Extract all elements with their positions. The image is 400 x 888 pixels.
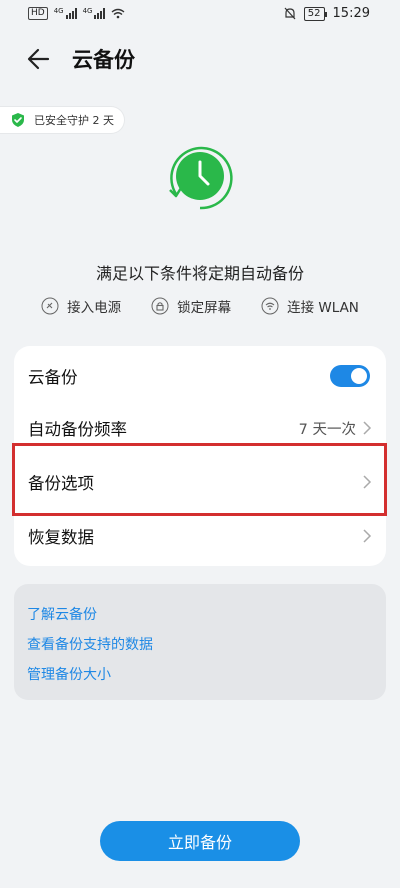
battery-indicator: 52 <box>303 6 327 21</box>
link-supported-data[interactable]: 查看备份支持的数据 <box>27 634 153 654</box>
chevron-right-icon <box>363 421 372 435</box>
backup-frequency-row[interactable]: 自动备份频率 7 天一次 <box>14 402 386 454</box>
backup-clock-icon <box>169 146 233 210</box>
condition-label: 接入电源 <box>67 300 122 316</box>
frequency-label: 自动备份频率 <box>28 420 127 439</box>
wifi-status-icon <box>112 8 125 19</box>
cloud-backup-row[interactable]: 云备份 <box>14 350 386 402</box>
signal-icon-sim2: 4G <box>83 8 106 19</box>
page-title: 云备份 <box>72 48 135 72</box>
link-learn-cloud-backup[interactable]: 了解云备份 <box>27 604 97 624</box>
signal-icon-sim1: 4G <box>54 8 77 19</box>
lock-icon <box>151 297 169 315</box>
clock-time: 15:29 <box>332 6 370 21</box>
app-header: 云备份 <box>0 40 400 80</box>
condition-label: 连接 WLAN <box>287 300 359 316</box>
status-left: HD 4G 4G <box>28 7 125 20</box>
power-plug-icon <box>41 297 59 315</box>
chevron-right-icon <box>363 529 372 543</box>
help-links-card: 了解云备份 查看备份支持的数据 管理备份大小 <box>14 584 386 700</box>
settings-card: 云备份 自动备份频率 7 天一次 备份选项 恢复数据 <box>14 346 386 566</box>
conditions-list: 接入电源 锁定屏幕 连接 WLAN <box>0 296 400 316</box>
mute-icon <box>284 7 296 20</box>
backup-options-row[interactable]: 备份选项 <box>14 456 386 508</box>
cloud-backup-toggle[interactable] <box>330 365 370 387</box>
restore-data-label: 恢复数据 <box>28 528 94 547</box>
link-manage-backup-size[interactable]: 管理备份大小 <box>27 664 111 684</box>
backup-options-label: 备份选项 <box>28 474 94 493</box>
back-arrow-icon[interactable] <box>26 46 52 72</box>
condition-wlan: 连接 WLAN <box>261 296 359 316</box>
toggle-knob <box>351 368 367 384</box>
protection-text: 已安全守护 2 天 <box>34 114 114 127</box>
auto-backup-description: 满足以下条件将定期自动备份 <box>95 264 304 283</box>
condition-power: 接入电源 <box>41 296 121 316</box>
condition-lock: 锁定屏幕 <box>151 296 231 316</box>
status-bar: HD 4G 4G 52 15:29 <box>0 0 400 28</box>
shield-check-icon <box>12 113 24 127</box>
backup-now-button[interactable]: 立即备份 <box>100 821 300 861</box>
frequency-value: 7 天一次 <box>298 421 356 438</box>
restore-data-row[interactable]: 恢复数据 <box>14 510 386 562</box>
hd-indicator: HD <box>28 7 48 20</box>
cloud-backup-label: 云备份 <box>28 368 78 387</box>
chevron-right-icon <box>363 475 372 489</box>
condition-label: 锁定屏幕 <box>177 300 232 316</box>
status-right: 52 15:29 <box>284 6 370 21</box>
protection-badge: 已安全守护 2 天 <box>0 107 124 133</box>
wifi-icon <box>261 297 279 315</box>
